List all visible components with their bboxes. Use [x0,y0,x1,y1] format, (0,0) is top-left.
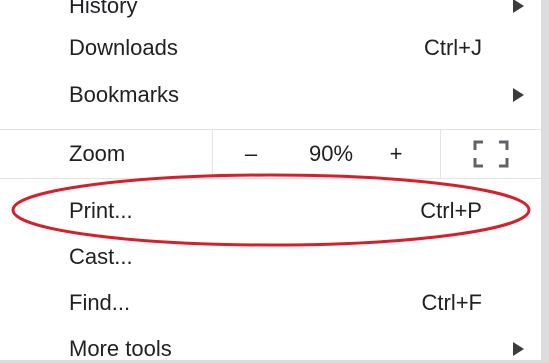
menu-item-cast[interactable]: Cast... [0,234,541,280]
menu-item-shortcut: Ctrl+P [420,198,482,223]
menu-item-bookmarks[interactable]: Bookmarks [0,72,541,118]
submenu-arrow-icon [513,0,524,13]
menu-item-zoom: Zoom – 90% + [0,130,541,178]
menu-item-shortcut: Ctrl+F [421,290,483,315]
menu-item-label: Cast... [69,244,133,269]
zoom-level: 90% [308,141,354,166]
menu-item-print[interactable]: Print... Ctrl+P [0,188,541,234]
zoom-out-button[interactable]: – [245,141,257,167]
menu-item-shortcut: Ctrl+J [423,35,482,60]
submenu-arrow-icon [513,88,524,102]
menu-item-downloads[interactable]: Downloads Ctrl+J [0,25,541,71]
zoom-label: Zoom [69,141,126,166]
zoom-in-button[interactable]: + [390,141,403,167]
menu-item-label: Downloads [69,35,178,60]
menu-item-more-tools[interactable]: More tools [0,326,541,361]
menu-item-label: History [69,0,138,18]
menu-divider [0,178,541,179]
fullscreen-icon[interactable] [473,140,509,168]
menu-item-label: Find... [69,290,131,315]
zoom-controls: – 90% + [212,130,441,178]
menu-item-find[interactable]: Find... Ctrl+F [0,280,541,326]
browser-menu: History Downloads Ctrl+J Bookmarks Zoom … [0,0,549,363]
menu-item-label: Print... [69,198,133,223]
menu-item-label: More tools [69,336,172,361]
menu-item-label: Bookmarks [69,82,180,107]
submenu-arrow-icon [513,342,524,356]
